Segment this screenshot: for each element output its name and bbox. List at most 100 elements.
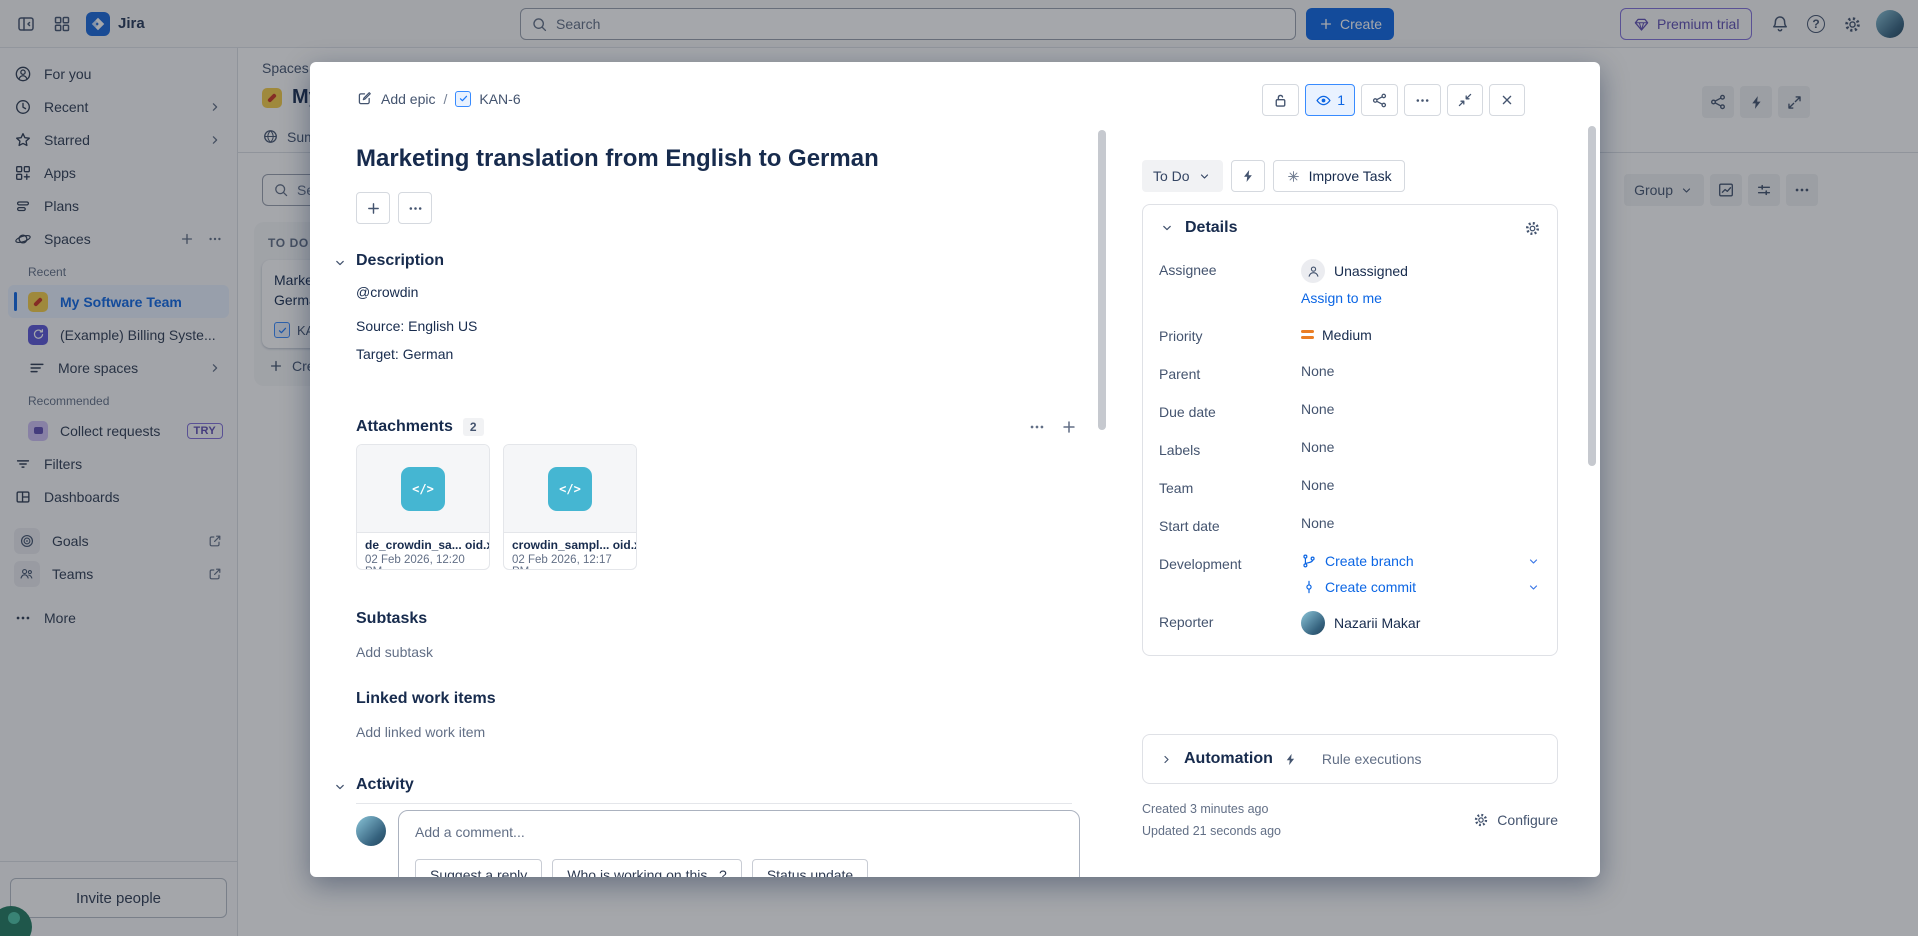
description-mention[interactable]: @crowdin: [356, 284, 418, 300]
modal-scrollbar[interactable]: [1588, 126, 1596, 466]
attachments-heading[interactable]: Attachments: [356, 418, 453, 436]
activity-divider: [356, 803, 1072, 804]
details-heading[interactable]: Details: [1185, 219, 1237, 237]
left-column-scrollbar[interactable]: [1098, 130, 1106, 430]
create-commit-link[interactable]: Create commit: [1301, 579, 1541, 595]
attachments-list: </> de_crowdin_sa... oid.xml 02 Feb 2026…: [356, 444, 637, 570]
team-value[interactable]: None: [1301, 477, 1334, 496]
issue-title[interactable]: Marketing translation from English to Ge…: [356, 144, 1096, 174]
description-collapse-icon[interactable]: [332, 255, 348, 271]
share-issue-button[interactable]: [1361, 84, 1398, 116]
field-assignee: Assignee Unassigned Assign to me: [1159, 259, 1541, 306]
create-branch-link[interactable]: Create branch: [1301, 553, 1541, 569]
attachment-thumbnail: </>: [504, 445, 636, 533]
parent-value[interactable]: None: [1301, 363, 1334, 382]
subtasks-heading: Subtasks: [356, 610, 427, 628]
start-date-value[interactable]: None: [1301, 515, 1334, 534]
sparkle-icon: [1286, 169, 1301, 184]
watch-count: 1: [1337, 92, 1345, 108]
activity-heading[interactable]: Activity: [356, 776, 414, 794]
who-is-working-button[interactable]: Who is working on this...?: [552, 859, 742, 877]
due-date-value[interactable]: None: [1301, 401, 1334, 420]
configure-button[interactable]: Configure: [1473, 798, 1558, 842]
comment-placeholder[interactable]: Add a comment...: [399, 811, 1079, 853]
close-icon: [1499, 92, 1515, 108]
collapse-icon: [1457, 92, 1473, 108]
add-epic-icon[interactable]: [356, 90, 373, 107]
unlock-icon: [1272, 92, 1289, 109]
attachment-card[interactable]: </> crowdin_sampl... oid.xml 02 Feb 2026…: [503, 444, 637, 570]
improve-task-button[interactable]: Improve Task: [1273, 160, 1405, 192]
attachment-date: 02 Feb 2026, 12:20 PM: [357, 552, 489, 570]
lightning-icon: [1283, 752, 1298, 767]
field-start-date: Start date None: [1159, 515, 1541, 534]
field-parent: Parent None: [1159, 363, 1541, 382]
details-panel: Details Assignee Unassigned Assign to me…: [1142, 204, 1558, 656]
add-linked-item-button[interactable]: Add linked work item: [356, 724, 485, 740]
add-content-button[interactable]: [356, 192, 390, 224]
code-file-icon: </>: [548, 467, 592, 511]
automation-heading: Automation: [1184, 750, 1273, 768]
attachment-card[interactable]: </> de_crowdin_sa... oid.xml 02 Feb 2026…: [356, 444, 490, 570]
field-priority: Priority Medium: [1159, 325, 1541, 344]
issue-more-button[interactable]: [1404, 84, 1441, 116]
modal-footer: Created 3 minutes ago Updated 21 seconds…: [1142, 798, 1558, 842]
automation-quick-button[interactable]: [1231, 160, 1265, 192]
attachments-add-icon[interactable]: [1060, 418, 1078, 436]
attachments-count-badge: 2: [463, 418, 484, 436]
chevron-right-icon: [1159, 752, 1174, 767]
branch-icon: [1301, 553, 1317, 569]
details-collapse-icon[interactable]: [1159, 220, 1175, 236]
assign-to-me-link[interactable]: Assign to me: [1301, 290, 1408, 306]
attachment-thumbnail: </>: [357, 445, 489, 533]
field-due-date: Due date None: [1159, 401, 1541, 420]
gear-icon: [1473, 812, 1489, 828]
ellipsis-icon: [1414, 92, 1431, 109]
toolbar-more-button[interactable]: [398, 192, 432, 224]
collapse-modal-button[interactable]: [1447, 84, 1483, 116]
breadcrumb-separator: /: [443, 91, 447, 107]
code-file-icon: </>: [401, 467, 445, 511]
labels-value[interactable]: None: [1301, 439, 1334, 458]
attachment-date: 02 Feb 2026, 12:17 PM: [504, 552, 636, 570]
field-development: Development Create branch Create commit: [1159, 553, 1541, 595]
lightning-icon: [1240, 168, 1256, 184]
automation-panel[interactable]: Automation Rule executions: [1142, 734, 1558, 784]
attachments-more-icon[interactable]: [1028, 418, 1046, 436]
close-modal-button[interactable]: [1489, 84, 1525, 116]
chevron-down-icon[interactable]: [1526, 554, 1541, 569]
rule-executions-link[interactable]: Rule executions: [1322, 751, 1422, 767]
field-team: Team None: [1159, 477, 1541, 496]
updated-timestamp: Updated 21 seconds ago: [1142, 820, 1281, 842]
comment-editor[interactable]: Add a comment... Suggest a reply Who is …: [398, 810, 1080, 877]
plus-icon: [365, 200, 382, 217]
commit-icon: [1301, 579, 1317, 595]
lock-button[interactable]: [1262, 84, 1299, 116]
status-dropdown[interactable]: To Do: [1142, 160, 1223, 192]
assignee-value[interactable]: Unassigned: [1301, 259, 1408, 283]
attachment-name: de_crowdin_sa... oid.xml: [357, 533, 489, 552]
activity-collapse-icon[interactable]: [332, 779, 348, 795]
add-subtask-button[interactable]: Add subtask: [356, 644, 433, 660]
description-source: Source: English US: [356, 318, 477, 334]
field-labels: Labels None: [1159, 439, 1541, 458]
priority-value[interactable]: Medium: [1301, 325, 1372, 344]
attachment-name: crowdin_sampl... oid.xml: [504, 533, 636, 552]
details-settings-icon[interactable]: [1524, 220, 1541, 237]
issue-breadcrumb: Add epic / KAN-6: [356, 90, 521, 107]
share-icon: [1371, 92, 1388, 109]
issue-toolbar: [356, 192, 432, 224]
chevron-down-icon[interactable]: [1526, 580, 1541, 595]
description-target: Target: German: [356, 346, 453, 362]
ellipsis-icon: [407, 200, 424, 217]
status-row: To Do Improve Task: [1142, 160, 1405, 192]
quick-reply-row: Suggest a reply Who is working on this..…: [399, 853, 1079, 877]
reporter-avatar: [1301, 611, 1325, 635]
reporter-value[interactable]: Nazarii Makar: [1301, 611, 1420, 635]
issue-key-link[interactable]: KAN-6: [479, 91, 520, 107]
watch-button[interactable]: 1: [1305, 84, 1355, 116]
add-epic-link[interactable]: Add epic: [381, 91, 435, 107]
status-update-button[interactable]: Status update: [752, 859, 868, 877]
suggest-reply-button[interactable]: Suggest a reply: [415, 859, 542, 877]
description-heading[interactable]: Description: [356, 252, 444, 270]
